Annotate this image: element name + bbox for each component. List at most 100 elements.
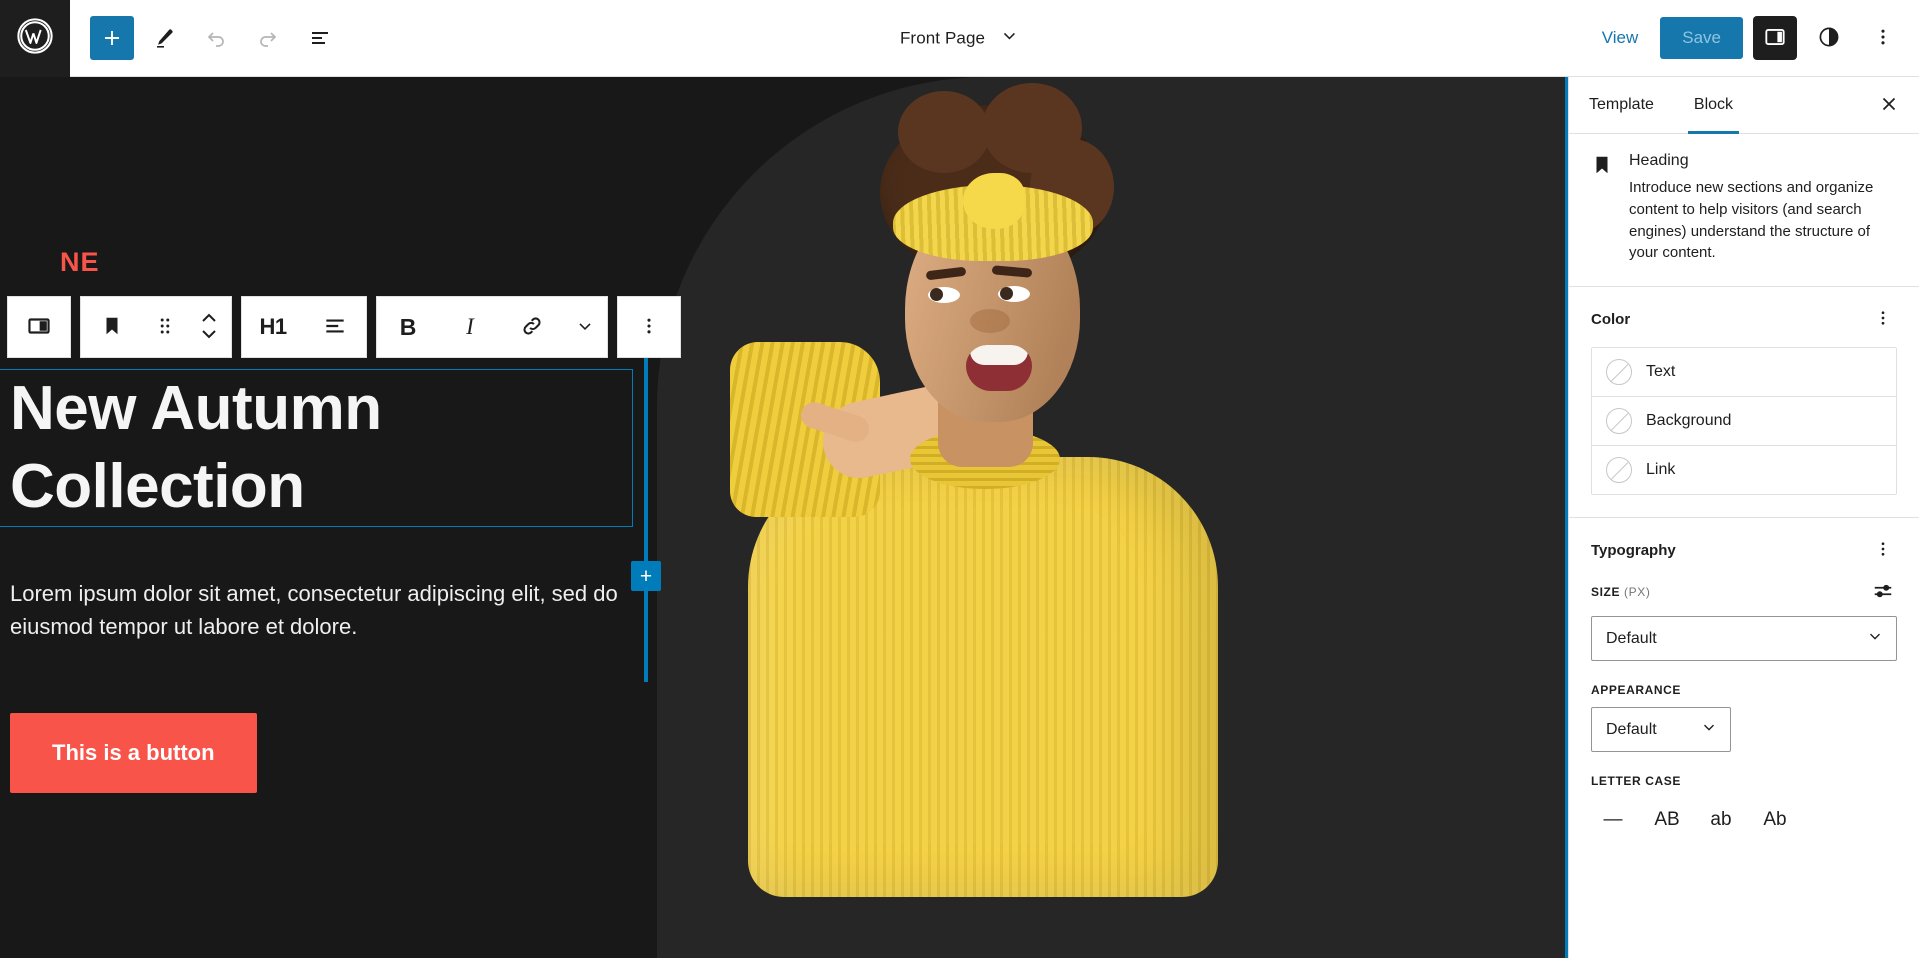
- block-move-group: [80, 296, 232, 358]
- pupil-left: [930, 288, 943, 301]
- block-selection-guide-line: [644, 307, 648, 682]
- editor-header: Front Page View Save: [0, 0, 1919, 77]
- font-size-units-toggle[interactable]: [1869, 578, 1897, 606]
- block-toolbar: H1 B I: [7, 296, 681, 358]
- letter-case-capitalize-button[interactable]: Ab: [1753, 798, 1797, 842]
- close-x-icon: [1878, 93, 1900, 118]
- color-panel-options-button[interactable]: [1869, 305, 1897, 333]
- block-options-button[interactable]: [618, 297, 680, 357]
- link-icon: [519, 313, 545, 342]
- color-panel: Color Text Background Link: [1569, 287, 1919, 518]
- chevron-down-icon: [1700, 718, 1718, 741]
- block-info-card: Heading Introduce new sections and organ…: [1569, 134, 1919, 287]
- color-swatch-none-icon: [1606, 359, 1632, 385]
- heading-level-button[interactable]: H1: [242, 297, 304, 357]
- cta-button[interactable]: This is a button: [10, 713, 257, 793]
- sidebar-tabs: Template Block: [1569, 77, 1919, 134]
- plus-icon: [100, 26, 124, 50]
- font-size-label: SIZE (PX): [1591, 585, 1651, 599]
- pupil-right: [1000, 287, 1013, 300]
- nose-shape: [970, 309, 1010, 333]
- italic-label: I: [466, 314, 474, 339]
- document-title: Front Page: [899, 28, 986, 47]
- undo-button[interactable]: [194, 16, 238, 60]
- heading-bookmark-icon: [101, 315, 123, 340]
- redo-arrow-icon: [256, 26, 280, 50]
- letter-case-none-button[interactable]: —: [1591, 798, 1635, 842]
- wordpress-logo-button[interactable]: [0, 0, 70, 77]
- save-button[interactable]: Save: [1660, 17, 1743, 59]
- rich-text-group: B I: [376, 296, 608, 358]
- typography-panel-title: Typography: [1591, 541, 1676, 559]
- three-dots-vertical-icon: [1872, 26, 1894, 51]
- color-swatch-none-icon: [1606, 457, 1632, 483]
- block-parent-group: [7, 296, 71, 358]
- bold-label: B: [399, 313, 417, 340]
- edit-mode-button[interactable]: [142, 16, 186, 60]
- block-drag-handle[interactable]: [143, 297, 187, 357]
- italic-button[interactable]: I: [439, 297, 501, 357]
- block-movers-button[interactable]: [187, 297, 231, 357]
- sidebar-panel-icon: [1762, 24, 1788, 53]
- font-size-label-row: SIZE (PX): [1591, 578, 1897, 606]
- teeth-shape: [970, 345, 1028, 365]
- font-size-unit: (PX): [1624, 585, 1651, 599]
- heading-block[interactable]: New Autumn Collection: [0, 368, 633, 528]
- block-inserter-button[interactable]: +: [631, 561, 661, 591]
- promo-tag-text: NE: [60, 247, 100, 277]
- close-sidebar-button[interactable]: [1869, 85, 1909, 125]
- sweater-shape: [748, 457, 1218, 897]
- appearance-select[interactable]: Default: [1591, 707, 1731, 752]
- typography-panel: Typography SIZE (PX) Default APPEARANCE …: [1569, 518, 1919, 864]
- header-right-toolbar: View Save: [1590, 16, 1905, 60]
- undo-arrow-icon: [204, 26, 228, 50]
- more-rich-text-button[interactable]: [563, 297, 607, 357]
- color-row-link[interactable]: Link: [1592, 446, 1896, 494]
- typography-panel-options-button[interactable]: [1869, 536, 1897, 564]
- header-left-toolbar: [70, 16, 342, 60]
- chevron-down-icon: [575, 316, 595, 339]
- paragraph-block[interactable]: Lorem ipsum dolor sit amet, consectetur …: [10, 577, 630, 644]
- three-dots-vertical-icon: [1874, 540, 1892, 561]
- letter-case-lowercase-button[interactable]: ab: [1699, 798, 1743, 842]
- color-label-background: Background: [1646, 412, 1732, 429]
- document-title-button[interactable]: Front Page: [900, 26, 1019, 51]
- block-format-group: H1: [241, 296, 367, 358]
- add-block-button[interactable]: [90, 16, 134, 60]
- block-name-label: Heading: [1629, 152, 1689, 169]
- move-up-down-icon: [199, 309, 219, 346]
- three-dots-vertical-icon: [638, 315, 660, 340]
- align-text-icon: [322, 313, 348, 342]
- select-parent-block-button[interactable]: [8, 297, 70, 357]
- list-view-button[interactable]: [298, 16, 342, 60]
- color-label-link: Link: [1646, 461, 1676, 478]
- drag-dots-icon: [156, 315, 174, 340]
- editor-canvas[interactable]: NE New Autumn Collection Lorem ipsum dol…: [0, 77, 1568, 958]
- letter-case-uppercase-button[interactable]: AB: [1645, 798, 1689, 842]
- font-size-select[interactable]: Default: [1591, 616, 1897, 661]
- contrast-circle-icon: [1817, 25, 1841, 52]
- hero-content-column: NE New Autumn Collection Lorem ipsum dol…: [0, 77, 645, 958]
- view-link[interactable]: View: [1590, 20, 1651, 56]
- letter-case-options: — AB ab Ab: [1591, 798, 1897, 842]
- color-row-background[interactable]: Background: [1592, 397, 1896, 446]
- settings-sliders-icon: [1872, 580, 1894, 605]
- redo-button[interactable]: [246, 16, 290, 60]
- link-button[interactable]: [501, 297, 563, 357]
- bold-button[interactable]: B: [377, 297, 439, 357]
- columns-layout-icon: [26, 313, 52, 342]
- settings-sidebar-toggle[interactable]: [1753, 16, 1797, 60]
- editor-options-button[interactable]: [1861, 16, 1905, 60]
- styles-button[interactable]: [1807, 16, 1851, 60]
- block-type-button[interactable]: [81, 297, 143, 357]
- appearance-field: APPEARANCE Default: [1591, 683, 1897, 752]
- tab-block[interactable]: Block: [1674, 77, 1753, 134]
- color-panel-title: Color: [1591, 310, 1631, 328]
- tab-template[interactable]: Template: [1569, 77, 1674, 133]
- color-row-text[interactable]: Text: [1592, 348, 1896, 397]
- appearance-label: APPEARANCE: [1591, 683, 1682, 697]
- text-align-button[interactable]: [304, 297, 366, 357]
- chevron-down-icon: [1866, 627, 1884, 650]
- hero-image[interactable]: [730, 77, 1260, 958]
- heading-text[interactable]: New Autumn Collection: [10, 370, 622, 526]
